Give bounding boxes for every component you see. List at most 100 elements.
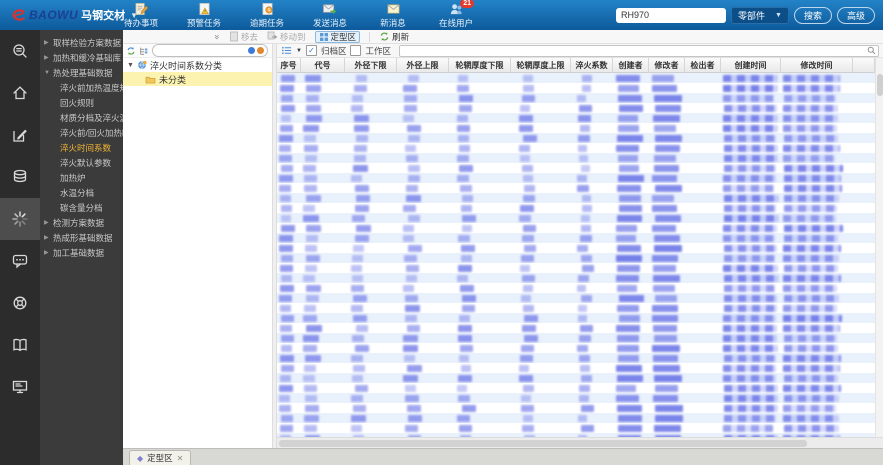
sidebar-item-0[interactable]: ▶ 取样检验方案数据: [40, 36, 123, 51]
move-to-button[interactable]: 移动到: [267, 31, 306, 43]
column-header-10[interactable]: 创建时间: [721, 58, 781, 73]
sidebar-subitem-2-2[interactable]: 材质分档及淬火温度库: [40, 111, 123, 126]
refresh-button[interactable]: 刷新: [379, 31, 409, 43]
sidebar-item-3[interactable]: ▶ 检测方案数据: [40, 216, 123, 231]
table-row[interactable]: [277, 283, 875, 293]
tab-close-icon[interactable]: ✕: [177, 454, 184, 463]
sidebar-item-4[interactable]: ▶ 热成形基础数据: [40, 231, 123, 246]
table-row[interactable]: [277, 133, 875, 143]
column-header-11[interactable]: 修改时间: [781, 58, 853, 73]
tab-fixed-zone[interactable]: ◆ 定型区 ✕: [129, 450, 192, 465]
top-action-online-users[interactable]: 在线用户 21: [433, 0, 479, 29]
column-header-6[interactable]: 淬火系数: [571, 58, 613, 73]
table-row[interactable]: [277, 333, 875, 343]
table-row[interactable]: [277, 413, 875, 423]
collapse-toolbar-chevron-icon[interactable]: »: [213, 34, 223, 39]
sidebar-subitem-2-3[interactable]: 淬火前/回火加热时间: [40, 126, 123, 141]
table-row[interactable]: [277, 103, 875, 113]
table-row[interactable]: [277, 83, 875, 93]
sidebar-subitem-2-0[interactable]: 淬火前加热温度规则: [40, 81, 123, 96]
top-action-todo[interactable]: 待办事项: [118, 2, 164, 29]
table-row[interactable]: [277, 403, 875, 413]
sidebar-item-2[interactable]: ▼ 热处理基础数据: [40, 66, 123, 81]
tree-refresh-icon[interactable]: [126, 46, 136, 56]
view-list-icon[interactable]: [281, 45, 292, 56]
fixed-zone-button[interactable]: 定型区: [314, 30, 361, 43]
rail-book-icon[interactable]: [0, 324, 40, 366]
tree-search-prev-icon[interactable]: [248, 47, 255, 54]
table-row[interactable]: [277, 313, 875, 323]
top-action-new-message[interactable]: 新消息: [370, 2, 416, 29]
rail-home-icon[interactable]: [0, 72, 40, 114]
tree-search-input[interactable]: [152, 44, 268, 57]
sidebar-subitem-2-5[interactable]: 淬火默认参数: [40, 156, 123, 171]
horizontal-scrollbar[interactable]: [277, 437, 883, 448]
rail-database-icon[interactable]: [0, 156, 40, 198]
table-row[interactable]: [277, 253, 875, 263]
global-search-input[interactable]: [616, 7, 727, 23]
sidebar-item-5[interactable]: ▶ 加工基础数据: [40, 246, 123, 261]
table-row[interactable]: [277, 213, 875, 223]
search-button[interactable]: 搜索: [793, 6, 832, 24]
table-row[interactable]: [277, 383, 875, 393]
table-row[interactable]: [277, 323, 875, 333]
rail-support-icon[interactable]: [0, 282, 40, 324]
column-header-3[interactable]: 外径上限: [397, 58, 449, 73]
top-action-overdue-task[interactable]: 逾期任务: [244, 2, 290, 29]
tree-root-node[interactable]: ▼ 淬火时间系数分类: [123, 58, 272, 72]
table-row[interactable]: [277, 363, 875, 373]
table-row[interactable]: [277, 303, 875, 313]
table-row[interactable]: [277, 93, 875, 103]
search-category-select[interactable]: 零部件 ▼: [731, 6, 789, 24]
top-action-send-message[interactable]: 发送消息: [307, 2, 353, 29]
table-row[interactable]: [277, 263, 875, 273]
table-row[interactable]: [277, 353, 875, 363]
rail-edit-icon[interactable]: [0, 114, 40, 156]
remove-button[interactable]: 移去: [229, 31, 258, 43]
table-row[interactable]: [277, 163, 875, 173]
table-row[interactable]: [277, 193, 875, 203]
column-header-8[interactable]: 修改者: [649, 58, 685, 73]
table-row[interactable]: [277, 173, 875, 183]
table-row[interactable]: [277, 113, 875, 123]
table-row[interactable]: [277, 153, 875, 163]
column-header-5[interactable]: 轮辋厚度上限: [511, 58, 571, 73]
table-row[interactable]: [277, 123, 875, 133]
table-row[interactable]: [277, 143, 875, 153]
table-row[interactable]: [277, 73, 875, 83]
advanced-search-button[interactable]: 高级: [836, 6, 875, 24]
rail-chat-icon[interactable]: [0, 240, 40, 282]
vertical-scrollbar-thumb[interactable]: [877, 74, 883, 96]
view-dropdown-caret-icon[interactable]: ▼: [296, 48, 302, 54]
table-row[interactable]: [277, 223, 875, 233]
table-row[interactable]: [277, 203, 875, 213]
table-row[interactable]: [277, 183, 875, 193]
horizontal-scrollbar-thumb[interactable]: [279, 440, 807, 447]
column-header-7[interactable]: 创建者: [613, 58, 649, 73]
sidebar-subitem-2-8[interactable]: 碳含量分档: [40, 201, 123, 216]
sidebar-subitem-2-7[interactable]: 水温分档: [40, 186, 123, 201]
rail-data-search-icon[interactable]: [0, 30, 40, 72]
work-zone-checkbox[interactable]: ✓: [350, 45, 362, 56]
grid-search-input[interactable]: [398, 44, 879, 57]
vertical-scrollbar[interactable]: [875, 58, 883, 437]
column-header-1[interactable]: 代号: [301, 58, 345, 73]
tree-collapse-all-icon[interactable]: [139, 46, 149, 56]
tree-node-selected[interactable]: 未分类: [123, 72, 272, 86]
archive-zone-checkbox[interactable]: ✓: [305, 45, 317, 56]
table-row[interactable]: [277, 293, 875, 303]
column-header-2[interactable]: 外径下限: [345, 58, 397, 73]
table-row[interactable]: [277, 243, 875, 253]
sidebar-subitem-2-6[interactable]: 加热炉: [40, 171, 123, 186]
top-action-alert-task[interactable]: 预警任务: [181, 2, 227, 29]
column-header-9[interactable]: 检出者: [685, 58, 721, 73]
sidebar-subitem-2-4[interactable]: 淬火时间系数: [40, 141, 123, 156]
table-row[interactable]: [277, 343, 875, 353]
tree-expand-arrow-icon[interactable]: ▼: [127, 62, 134, 69]
table-row[interactable]: [277, 273, 875, 283]
sidebar-item-1[interactable]: ▶ 加热和缓冷基础库: [40, 51, 123, 66]
sidebar-subitem-2-1[interactable]: 回火规则: [40, 96, 123, 111]
rail-monitor-icon[interactable]: [0, 366, 40, 408]
table-row[interactable]: [277, 233, 875, 243]
tree-search-next-icon[interactable]: [257, 47, 264, 54]
